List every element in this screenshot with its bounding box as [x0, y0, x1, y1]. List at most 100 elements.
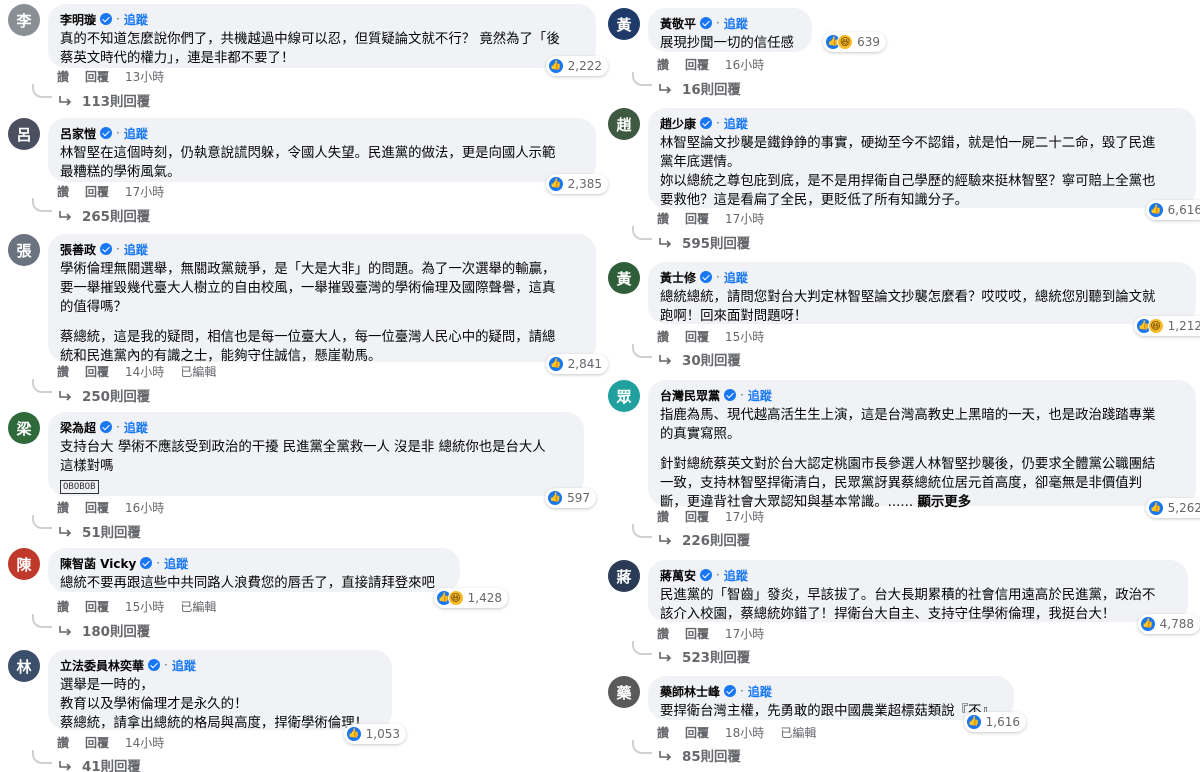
view-replies-link[interactable]: 265則回覆 [58, 205, 150, 225]
view-replies-link[interactable]: 250則回覆 [58, 385, 150, 405]
follow-button[interactable]: 追蹤 [172, 657, 196, 674]
timestamp[interactable]: 14小時 [125, 734, 164, 751]
follow-button[interactable]: 追蹤 [724, 567, 748, 584]
timestamp[interactable]: 17小時 [725, 210, 764, 227]
like-button[interactable]: 讚 [57, 183, 69, 200]
see-more-link[interactable]: 顯示更多 [917, 495, 971, 510]
follow-button[interactable]: 追蹤 [748, 387, 772, 404]
avatar[interactable]: 黃 [608, 8, 640, 40]
reply-button[interactable]: 回覆 [685, 56, 709, 73]
edited-label[interactable]: 已編輯 [180, 363, 216, 380]
reply-button[interactable]: 回覆 [685, 210, 709, 227]
reaction-summary[interactable]: 👍 😆 1,428 [433, 588, 508, 608]
avatar[interactable]: 趙 [608, 108, 640, 140]
author-name[interactable]: 台灣民眾黨 [660, 387, 720, 404]
like-button[interactable]: 讚 [657, 508, 669, 525]
view-replies-link[interactable]: 30則回覆 [658, 349, 741, 369]
reply-button[interactable]: 回覆 [85, 598, 109, 615]
view-replies-link[interactable]: 113則回覆 [58, 90, 150, 110]
reply-button[interactable]: 回覆 [85, 363, 109, 380]
follow-button[interactable]: 追蹤 [748, 683, 772, 700]
view-replies-link[interactable]: 51則回覆 [58, 521, 141, 541]
author-name[interactable]: 黃士修 [660, 269, 696, 286]
follow-button[interactable]: 追蹤 [124, 419, 148, 436]
reaction-summary[interactable]: 👍 6,616 [1145, 200, 1200, 220]
like-button[interactable]: 讚 [657, 210, 669, 227]
avatar[interactable]: 陳 [8, 548, 40, 580]
reaction-summary[interactable]: 👍 2,385 [545, 174, 608, 194]
follow-button[interactable]: 追蹤 [724, 269, 748, 286]
timestamp[interactable]: 17小時 [725, 625, 764, 642]
timestamp[interactable]: 17小時 [125, 183, 164, 200]
like-button[interactable]: 讚 [657, 724, 669, 741]
like-button[interactable]: 讚 [57, 598, 69, 615]
reaction-summary[interactable]: 👍 597 [545, 488, 596, 508]
view-replies-link[interactable]: 180則回覆 [58, 620, 150, 640]
follow-button[interactable]: 追蹤 [724, 15, 748, 32]
follow-button[interactable]: 追蹤 [124, 11, 148, 28]
author-name[interactable]: 梁為超 [60, 419, 96, 436]
timestamp[interactable]: 16小時 [125, 499, 164, 516]
edited-label[interactable]: 已編輯 [780, 724, 816, 741]
like-button[interactable]: 讚 [657, 625, 669, 642]
reply-button[interactable]: 回覆 [85, 499, 109, 516]
avatar[interactable]: 藥 [608, 676, 640, 708]
reply-button[interactable]: 回覆 [685, 508, 709, 525]
view-replies-link[interactable]: 16則回覆 [658, 78, 741, 98]
avatar[interactable]: 呂 [8, 118, 40, 150]
reaction-summary[interactable]: 👍 2,222 [545, 56, 608, 76]
timestamp[interactable]: 15小時 [725, 328, 764, 345]
author-name[interactable]: 張善政 [60, 241, 96, 258]
reply-button[interactable]: 回覆 [685, 328, 709, 345]
author-name[interactable]: 立法委員林奕華 [60, 657, 144, 674]
like-button[interactable]: 讚 [57, 499, 69, 516]
author-name[interactable]: 黃敬平 [660, 15, 696, 32]
like-button[interactable]: 讚 [657, 56, 669, 73]
avatar[interactable]: 眾 [608, 380, 640, 412]
timestamp[interactable]: 15小時 [125, 598, 164, 615]
avatar[interactable]: 林 [8, 650, 40, 682]
view-replies-link[interactable]: 523則回覆 [658, 646, 750, 666]
timestamp[interactable]: 13小時 [125, 68, 164, 85]
author-name[interactable]: 蔣萬安 [660, 567, 696, 584]
reaction-summary[interactable]: 👍 😆 639 [823, 32, 886, 52]
view-replies-link[interactable]: 226則回覆 [658, 529, 750, 549]
view-replies-link[interactable]: 85則回覆 [658, 745, 741, 765]
avatar[interactable]: 李 [8, 4, 40, 36]
follow-button[interactable]: 追蹤 [124, 125, 148, 142]
timestamp[interactable]: 16小時 [725, 56, 764, 73]
reply-button[interactable]: 回覆 [85, 183, 109, 200]
author-name[interactable]: 趙少康 [660, 115, 696, 132]
follow-button[interactable]: 追蹤 [124, 241, 148, 258]
timestamp[interactable]: 14小時 [125, 363, 164, 380]
like-button[interactable]: 讚 [57, 734, 69, 751]
avatar[interactable]: 梁 [8, 412, 40, 444]
author-name[interactable]: 李明璇 [60, 11, 96, 28]
reply-button[interactable]: 回覆 [685, 625, 709, 642]
timestamp[interactable]: 18小時 [725, 724, 764, 741]
author-name[interactable]: 藥師林士峰 [660, 683, 720, 700]
author-name[interactable]: 陳智菡 Vicky [60, 555, 136, 572]
reaction-summary[interactable]: 👍 1,616 [963, 712, 1026, 732]
follow-button[interactable]: 追蹤 [724, 115, 748, 132]
reply-button[interactable]: 回覆 [685, 724, 709, 741]
reaction-summary[interactable]: 👍 5,262 [1145, 498, 1200, 518]
like-button[interactable]: 讚 [657, 328, 669, 345]
reaction-summary[interactable]: 👍 1,053 [343, 724, 406, 744]
avatar[interactable]: 蔣 [608, 560, 640, 592]
view-replies-link[interactable]: 41則回覆 [58, 755, 141, 772]
avatar[interactable]: 黃 [608, 262, 640, 294]
reply-button[interactable]: 回覆 [85, 68, 109, 85]
timestamp[interactable]: 17小時 [725, 508, 764, 525]
like-button[interactable]: 讚 [57, 68, 69, 85]
author-name[interactable]: 呂家愷 [60, 125, 96, 142]
reaction-summary[interactable]: 👍 4,788 [1137, 614, 1200, 634]
reply-button[interactable]: 回覆 [85, 734, 109, 751]
reaction-summary[interactable]: 👍 2,841 [545, 354, 608, 374]
edited-label[interactable]: 已編輯 [180, 598, 216, 615]
avatar[interactable]: 張 [8, 234, 40, 266]
reaction-summary[interactable]: 👍 😆 1,212 [1133, 316, 1200, 336]
like-button[interactable]: 讚 [57, 363, 69, 380]
view-replies-link[interactable]: 595則回覆 [658, 232, 750, 252]
follow-button[interactable]: 追蹤 [164, 555, 188, 572]
